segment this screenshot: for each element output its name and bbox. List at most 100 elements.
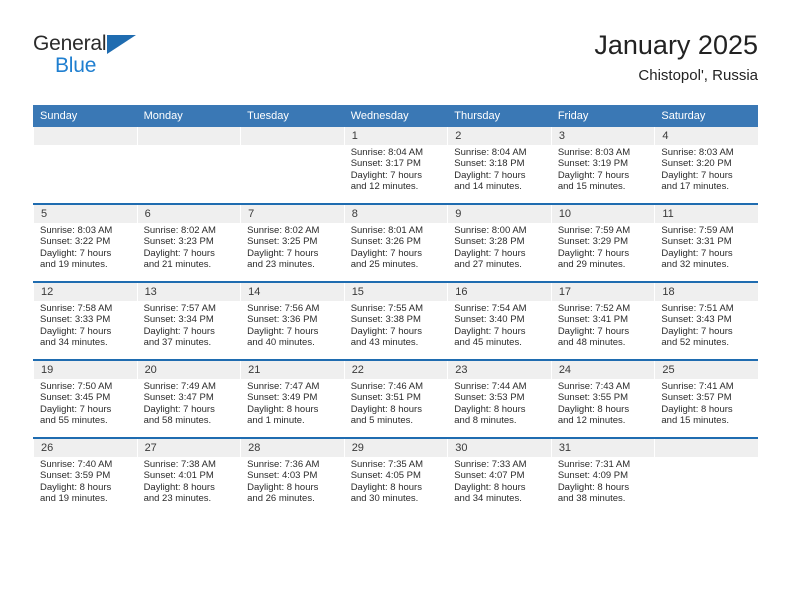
day-info: Sunrise: 7:44 AM Sunset: 3:53 PM Daylight:… [447, 379, 551, 427]
daylight-text-line1: Daylight: 7 hours [350, 247, 422, 259]
calendar-day-cell[interactable]: 6 Sunrise: 8:02 AM Sunset: 3:23 PM Daylight… [136, 204, 241, 283]
calendar-day-cell[interactable]: 16 Sunrise: 7:54 AM Sunset: 3:40 PM Dayligh… [447, 282, 551, 361]
daylight-text-line2: and 27 minutes. [454, 259, 522, 271]
weekday-header-row: Sunday Monday Tuesday Wednesday Thursday… [33, 105, 758, 127]
calendar-day-cell[interactable] [33, 127, 137, 205]
sunset-text: Sunset: 4:03 PM [247, 470, 318, 482]
sunrise-text: Sunrise: 7:49 AM [143, 381, 216, 392]
sunset-text: Sunset: 3:33 PM [40, 314, 111, 326]
day-info: Sunrise: 8:03 AM Sunset: 3:22 PM Daylight:… [33, 223, 137, 271]
calendar-day-cell[interactable]: 23 Sunrise: 7:44 AM Sunset: 3:53 PM Dayligh… [447, 360, 551, 439]
day-cell-content: 1 Sunrise: 8:04 AM Sunset: 3:17 PM Daylight… [343, 127, 448, 203]
daylight-text-line2: and 19 minutes. [40, 493, 108, 505]
sunset-text: Sunset: 3:57 PM [661, 392, 732, 404]
calendar-day-cell[interactable]: 24 Sunrise: 7:43 AM Sunset: 3:55 PM Dayligh… [550, 360, 655, 439]
day-number: 2 [447, 127, 551, 145]
day-info [654, 457, 758, 459]
day-number: 23 [447, 361, 551, 379]
calendar-day-cell[interactable]: 14 Sunrise: 7:56 AM Sunset: 3:36 PM Dayligh… [240, 282, 344, 361]
weekday-header-friday: Friday [550, 105, 655, 127]
day-info: Sunrise: 7:59 AM Sunset: 3:31 PM Daylight:… [654, 223, 758, 271]
calendar-day-cell[interactable]: 18 Sunrise: 7:51 AM Sunset: 3:43 PM Dayligh… [654, 282, 758, 361]
sunrise-text: Sunrise: 7:46 AM [350, 381, 424, 392]
day-number: 31 [550, 439, 655, 457]
calendar-day-cell[interactable]: 10 Sunrise: 7:59 AM Sunset: 3:29 PM Dayligh… [550, 204, 655, 283]
calendar-day-cell[interactable]: 12 Sunrise: 7:58 AM Sunset: 3:33 PM Dayligh… [33, 282, 137, 361]
day-info: Sunrise: 8:04 AM Sunset: 3:18 PM Daylight:… [447, 145, 551, 193]
day-info: Sunrise: 7:50 AM Sunset: 3:45 PM Daylight:… [33, 379, 137, 427]
calendar-week-row: 5 Sunrise: 8:03 AM Sunset: 3:22 PM Daylight… [33, 204, 758, 283]
daylight-text-line1: Daylight: 8 hours [247, 403, 319, 415]
daylight-text-line1: Daylight: 7 hours [454, 169, 526, 181]
title-block: January 2025 Chistopol', Russia [594, 28, 758, 87]
sunset-text: Sunset: 3:23 PM [143, 236, 214, 248]
calendar-day-cell[interactable]: 3 Sunrise: 8:03 AM Sunset: 3:19 PM Daylight… [550, 127, 655, 205]
calendar-day-cell[interactable]: 30 Sunrise: 7:33 AM Sunset: 4:07 PM Dayligh… [447, 438, 551, 515]
sunrise-text: Sunrise: 7:43 AM [557, 381, 631, 392]
calendar-day-cell[interactable]: 22 Sunrise: 7:46 AM Sunset: 3:51 PM Dayligh… [343, 360, 448, 439]
day-cell-content: 27 Sunrise: 7:38 AM Sunset: 4:01 PM Dayligh… [136, 439, 241, 515]
calendar-day-cell[interactable]: 28 Sunrise: 7:36 AM Sunset: 4:03 PM Dayligh… [240, 438, 344, 515]
sunrise-text: Sunrise: 7:52 AM [557, 303, 631, 314]
day-cell-content: 17 Sunrise: 7:52 AM Sunset: 3:41 PM Dayligh… [550, 283, 655, 359]
calendar-day-cell[interactable]: 27 Sunrise: 7:38 AM Sunset: 4:01 PM Dayligh… [136, 438, 241, 515]
daylight-text-line2: and 15 minutes. [661, 415, 729, 427]
day-number: 1 [343, 127, 448, 145]
sunrise-text: Sunrise: 7:57 AM [143, 303, 216, 314]
calendar-day-cell[interactable] [654, 438, 758, 515]
day-number: 8 [343, 205, 448, 223]
calendar-day-cell[interactable]: 2 Sunrise: 8:04 AM Sunset: 3:18 PM Daylight… [447, 127, 551, 205]
sunrise-text: Sunrise: 7:38 AM [143, 459, 216, 470]
calendar-day-cell[interactable] [240, 127, 344, 205]
day-cell-content: 20 Sunrise: 7:49 AM Sunset: 3:47 PM Dayligh… [136, 361, 241, 437]
calendar-day-cell[interactable]: 25 Sunrise: 7:41 AM Sunset: 3:57 PM Dayligh… [654, 360, 758, 439]
day-info: Sunrise: 7:51 AM Sunset: 3:43 PM Daylight:… [654, 301, 758, 349]
calendar-day-cell[interactable]: 21 Sunrise: 7:47 AM Sunset: 3:49 PM Dayligh… [240, 360, 344, 439]
calendar-day-cell[interactable]: 1 Sunrise: 8:04 AM Sunset: 3:17 PM Daylight… [343, 127, 448, 205]
day-number: 30 [447, 439, 551, 457]
weekday-header-thursday: Thursday [447, 105, 551, 127]
calendar-day-cell[interactable]: 31 Sunrise: 7:31 AM Sunset: 4:09 PM Dayligh… [550, 438, 655, 515]
daylight-text-line1: Daylight: 7 hours [40, 325, 112, 337]
day-info: Sunrise: 7:41 AM Sunset: 3:57 PM Daylight:… [654, 379, 758, 427]
day-info: Sunrise: 7:35 AM Sunset: 4:05 PM Daylight:… [344, 457, 448, 505]
day-cell-content: 30 Sunrise: 7:33 AM Sunset: 4:07 PM Dayligh… [447, 439, 551, 515]
calendar-day-cell[interactable]: 5 Sunrise: 8:03 AM Sunset: 3:22 PM Daylight… [33, 204, 137, 283]
calendar-day-cell[interactable]: 15 Sunrise: 7:55 AM Sunset: 3:38 PM Dayligh… [343, 282, 448, 361]
calendar-day-cell[interactable]: 9 Sunrise: 8:00 AM Sunset: 3:28 PM Daylight… [447, 204, 551, 283]
sunset-text: Sunset: 3:18 PM [454, 158, 525, 170]
daylight-text-line2: and 1 minute. [247, 415, 305, 427]
weekday-header-sunday: Sunday [33, 105, 137, 127]
sunset-text: Sunset: 3:55 PM [557, 392, 629, 404]
daylight-text-line1: Daylight: 8 hours [557, 403, 630, 415]
daylight-text-line1: Daylight: 8 hours [40, 481, 112, 493]
calendar-day-cell[interactable]: 4 Sunrise: 8:03 AM Sunset: 3:20 PM Daylight… [654, 127, 758, 205]
daylight-text-line2: and 32 minutes. [661, 259, 729, 271]
calendar-day-cell[interactable]: 7 Sunrise: 8:02 AM Sunset: 3:25 PM Daylight… [240, 204, 344, 283]
calendar-day-cell[interactable]: 20 Sunrise: 7:49 AM Sunset: 3:47 PM Dayligh… [136, 360, 241, 439]
daylight-text-line1: Daylight: 7 hours [454, 247, 526, 259]
daylight-text-line2: and 17 minutes. [661, 181, 729, 193]
sunset-text: Sunset: 3:20 PM [661, 158, 732, 170]
calendar-day-cell[interactable]: 19 Sunrise: 7:50 AM Sunset: 3:45 PM Dayligh… [33, 360, 137, 439]
day-number: 16 [447, 283, 551, 301]
day-cell-content [33, 127, 137, 203]
daylight-text-line1: Daylight: 7 hours [247, 325, 319, 337]
sunrise-text: Sunrise: 7:36 AM [247, 459, 320, 470]
daylight-text-line1: Daylight: 7 hours [247, 247, 319, 259]
sunrise-text: Sunrise: 8:01 AM [350, 225, 424, 236]
calendar-day-cell[interactable]: 8 Sunrise: 8:01 AM Sunset: 3:26 PM Daylight… [343, 204, 448, 283]
calendar-day-cell[interactable] [136, 127, 241, 205]
day-info: Sunrise: 7:54 AM Sunset: 3:40 PM Daylight:… [447, 301, 551, 349]
calendar-day-cell[interactable]: 11 Sunrise: 7:59 AM Sunset: 3:31 PM Dayligh… [654, 204, 758, 283]
day-number: 7 [240, 205, 344, 223]
sunrise-text: Sunrise: 7:35 AM [350, 459, 424, 470]
sunrise-text: Sunrise: 7:59 AM [661, 225, 734, 236]
calendar-day-cell[interactable]: 29 Sunrise: 7:35 AM Sunset: 4:05 PM Dayligh… [343, 438, 448, 515]
calendar-day-cell[interactable]: 13 Sunrise: 7:57 AM Sunset: 3:34 PM Dayligh… [136, 282, 241, 361]
calendar-week-row: 26 Sunrise: 7:40 AM Sunset: 3:59 PM Dayligh… [33, 438, 758, 515]
calendar-day-cell[interactable]: 26 Sunrise: 7:40 AM Sunset: 3:59 PM Dayligh… [33, 438, 137, 515]
calendar-week-row: 19 Sunrise: 7:50 AM Sunset: 3:45 PM Dayligh… [33, 360, 758, 439]
calendar-day-cell[interactable]: 17 Sunrise: 7:52 AM Sunset: 3:41 PM Dayligh… [550, 282, 655, 361]
sunset-text: Sunset: 3:26 PM [350, 236, 421, 248]
